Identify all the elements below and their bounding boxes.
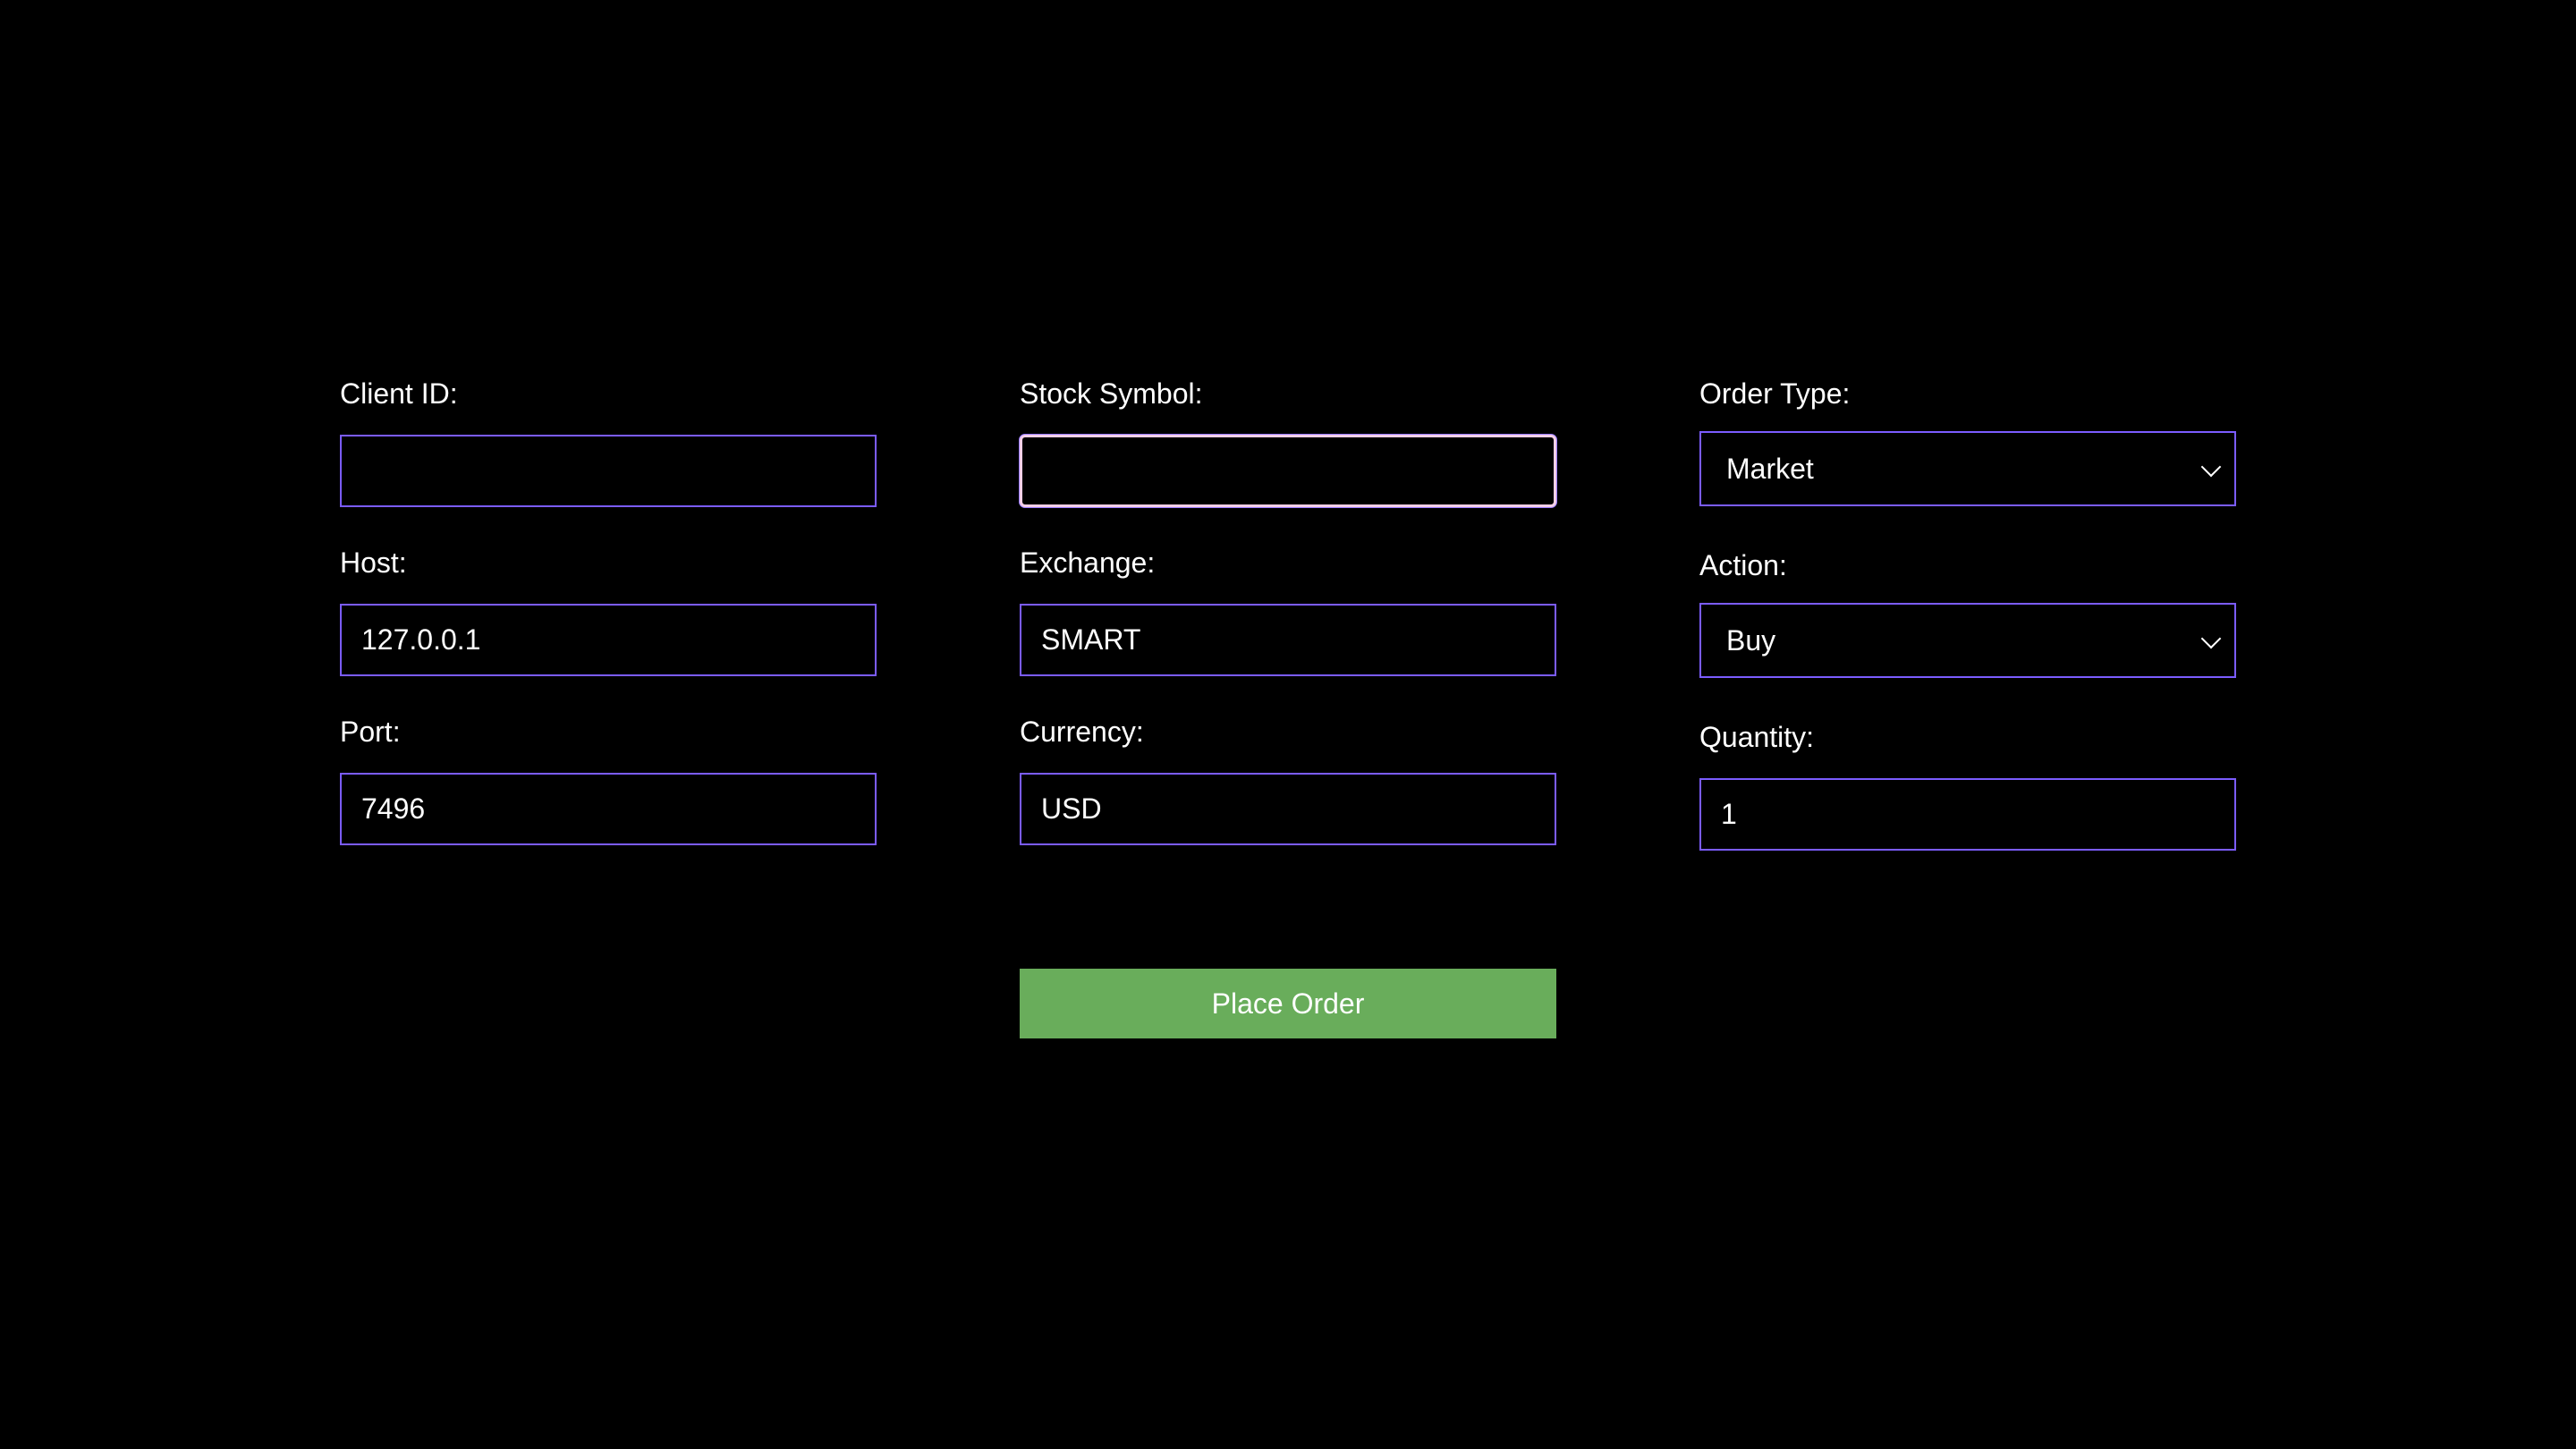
port-input[interactable] [340,773,877,845]
order-type-field: Order Type: Market [1699,376,2236,547]
action-field: Action: Buy [1699,547,2236,719]
port-label: Port: [340,716,401,748]
quantity-field: Quantity: [1699,719,2236,888]
currency-field: Currency: [1020,714,1556,883]
host-label: Host: [340,547,407,579]
action-label: Action: [1699,549,1787,581]
stock-symbol-input[interactable] [1020,435,1556,507]
client-id-label: Client ID: [340,377,458,410]
place-order-button[interactable]: Place Order [1020,969,1556,1038]
host-input[interactable] [340,604,877,676]
order-type-select[interactable]: Market [1699,431,2236,506]
currency-label: Currency: [1020,716,1144,748]
host-field: Host: [340,545,877,714]
action-select[interactable]: Buy [1699,603,2236,678]
exchange-input[interactable] [1020,604,1556,676]
stock-symbol-label: Stock Symbol: [1020,377,1203,410]
currency-input[interactable] [1020,773,1556,845]
order-type-label: Order Type: [1699,377,1851,410]
stock-symbol-field: Stock Symbol: [1020,376,1556,545]
exchange-label: Exchange: [1020,547,1156,579]
exchange-field: Exchange: [1020,545,1556,714]
order-type-value: Market [1726,452,1814,485]
order-form-page: Client ID: Host: Port: Stock Symbol: Exc… [0,0,2576,1449]
quantity-label: Quantity: [1699,721,1815,753]
client-id-input[interactable] [340,435,877,507]
client-id-field: Client ID: [340,376,877,545]
action-value: Buy [1726,623,1776,657]
port-field: Port: [340,714,877,883]
order-form: Client ID: Host: Port: Stock Symbol: Exc… [340,376,2236,888]
connection-column: Client ID: Host: Port: [340,376,877,888]
order-column: Order Type: Market Action: Buy Quantity: [1699,376,2236,888]
quantity-input[interactable] [1699,778,2236,851]
contract-column: Stock Symbol: Exchange: Currency: [1020,376,1556,888]
